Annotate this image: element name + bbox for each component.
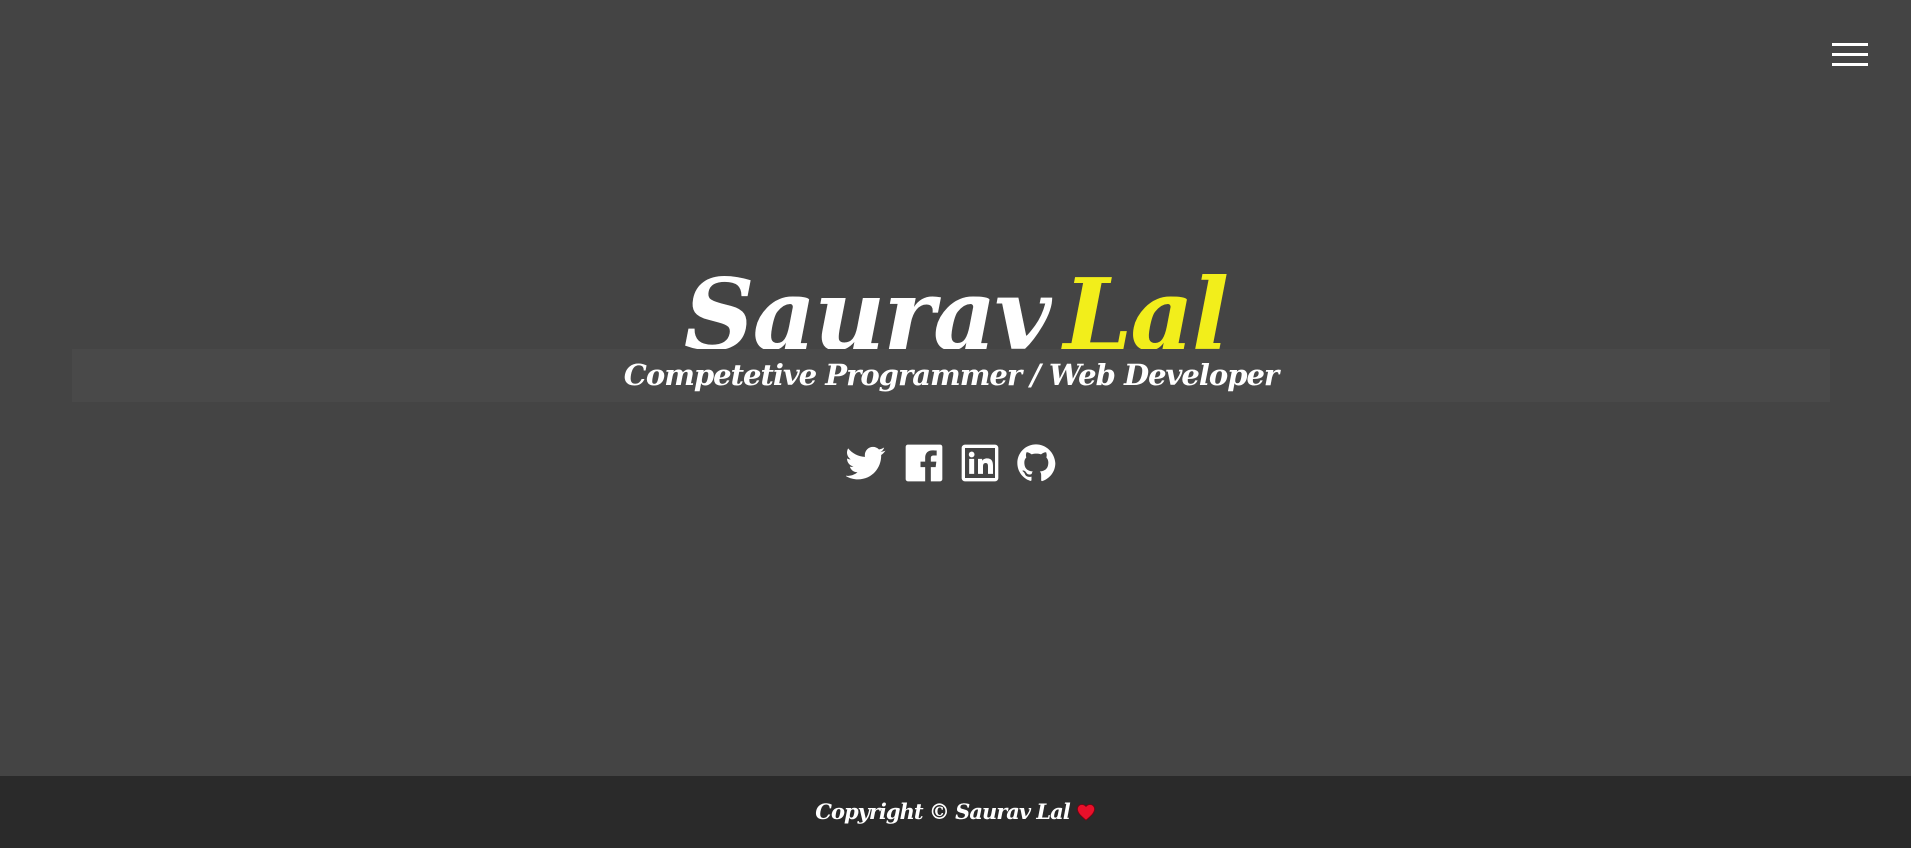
twitter-icon[interactable]	[846, 443, 886, 483]
subtitle-band: Competetive Programmer / Web Developer	[72, 349, 1830, 402]
social-links	[846, 443, 1066, 483]
page: Saurav Lal Competetive Programmer / Web D…	[0, 0, 1911, 848]
copyright-text: Copyright © Saurav Lal	[815, 799, 1070, 824]
github-icon[interactable]	[1016, 443, 1056, 483]
menu-bar-top	[1832, 43, 1868, 46]
linkedin-icon[interactable]	[960, 443, 1000, 483]
heart-icon	[1076, 778, 1096, 821]
footer: Copyright © Saurav Lal	[0, 776, 1911, 848]
footer-copyright: Copyright © Saurav Lal	[0, 776, 1911, 848]
subtitle: Competetive Programmer / Web Developer	[623, 358, 1279, 392]
menu-bar-bottom	[1832, 63, 1868, 66]
menu-bar-middle	[1832, 53, 1868, 56]
facebook-icon[interactable]	[904, 443, 944, 483]
hamburger-menu-icon[interactable]	[1832, 41, 1868, 69]
